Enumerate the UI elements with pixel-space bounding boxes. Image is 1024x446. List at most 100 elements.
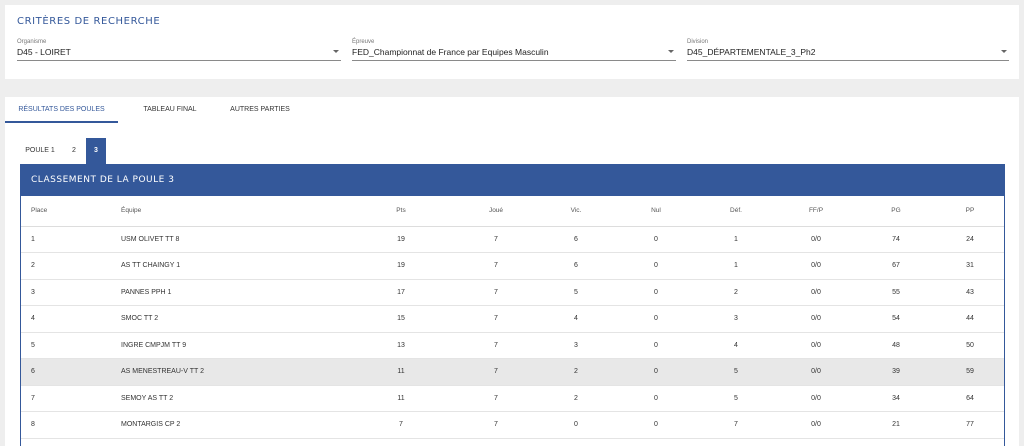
table-row[interactable]: 2 AS TT CHAINGY 1 19 7 6 0 1 0/0 67 31 [21, 252, 1004, 280]
cell-place: 5 [21, 332, 121, 359]
column-header[interactable]: Vic. [536, 196, 616, 227]
ranking-table: Place Équipe Pts Joué Vic. Nul Déf. FF/P… [21, 196, 1004, 439]
epreuve-label: Épreuve [352, 39, 375, 45]
cell-joue: 7 [456, 252, 536, 280]
cell-def: 3 [696, 305, 776, 333]
cell-vic: 3 [536, 332, 616, 359]
epreuve-value: FED_Championnat de France par Equipes Ma… [352, 47, 549, 57]
cell-joue: 7 [456, 358, 536, 386]
cell-pp: 43 [936, 279, 1004, 306]
cell-vic: 0 [536, 411, 616, 439]
cell-pg: 55 [856, 279, 936, 306]
cell-pg: 54 [856, 305, 936, 333]
tab-poule-2[interactable]: 2 [64, 138, 84, 164]
cell-ffp: 0/0 [776, 385, 856, 412]
organisme-select[interactable]: Organisme D45 - LOIRET [17, 39, 341, 61]
caret-down-icon [333, 50, 339, 53]
table-row[interactable]: 8 MONTARGIS CP 2 7 7 0 0 7 0/0 21 77 [21, 411, 1004, 439]
division-value: D45_DÉPARTEMENTALE_3_Ph2 [687, 47, 816, 57]
column-header[interactable]: Pts [346, 196, 456, 227]
cell-joue: 7 [456, 385, 536, 412]
cell-ffp: 0/0 [776, 358, 856, 386]
table-row[interactable]: 1 USM OLIVET TT 8 19 7 6 0 1 0/0 74 24 [21, 226, 1004, 253]
cell-pts: 15 [346, 305, 456, 333]
cell-vic: 5 [536, 279, 616, 306]
organisme-value: D45 - LOIRET [17, 47, 71, 57]
cell-vic: 6 [536, 226, 616, 253]
tab-poule-1[interactable]: POULE 1 [20, 138, 60, 164]
cell-pg: 34 [856, 385, 936, 412]
column-header[interactable]: Place [21, 196, 121, 227]
table-row[interactable]: 6 AS MENESTREAU-V TT 2 11 7 2 0 5 0/0 39 59 [21, 358, 1004, 386]
table-title: CLASSEMENT DE LA POULE 3 [21, 164, 1004, 196]
cell-joue: 7 [456, 279, 536, 306]
cell-nul: 0 [616, 332, 696, 359]
cell-place: 4 [21, 305, 121, 333]
search-criteria-title: CRITÈRES DE RECHERCHE [17, 16, 161, 27]
table-row[interactable]: 5 INGRE CMPJM TT 9 13 7 3 0 4 0/0 48 50 [21, 332, 1004, 359]
cell-pts: 17 [346, 279, 456, 306]
cell-ffp: 0/0 [776, 252, 856, 280]
cell-place: 3 [21, 279, 121, 306]
cell-place: 1 [21, 226, 121, 253]
column-header[interactable]: Nul [616, 196, 696, 227]
tab-tableau-final[interactable]: TABLEAU FINAL [125, 97, 215, 123]
cell-pp: 77 [936, 411, 1004, 439]
main-tabs: RÉSULTATS DES POULES TABLEAU FINAL AUTRE… [5, 97, 605, 123]
cell-equipe: MONTARGIS CP 2 [121, 411, 346, 439]
cell-pp: 59 [936, 358, 1004, 386]
tab-resultats-des-poules[interactable]: RÉSULTATS DES POULES [5, 97, 118, 123]
cell-def: 5 [696, 385, 776, 412]
column-header[interactable]: Déf. [696, 196, 776, 227]
cell-vic: 2 [536, 385, 616, 412]
cell-equipe: SMOC TT 2 [121, 305, 346, 333]
cell-ffp: 0/0 [776, 279, 856, 306]
cell-nul: 0 [616, 305, 696, 333]
cell-place: 2 [21, 252, 121, 280]
division-label: Division [687, 39, 709, 45]
cell-ffp: 0/0 [776, 305, 856, 333]
tab-autres-parties[interactable]: AUTRES PARTIES [215, 97, 305, 123]
cell-pg: 48 [856, 332, 936, 359]
cell-def: 7 [696, 411, 776, 439]
cell-nul: 0 [616, 358, 696, 386]
cell-pg: 39 [856, 358, 936, 386]
table-row[interactable]: 7 SEMOY AS TT 2 11 7 2 0 5 0/0 34 64 [21, 385, 1004, 412]
cell-joue: 7 [456, 332, 536, 359]
tab-poule-3[interactable]: 3 [86, 138, 106, 164]
epreuve-select[interactable]: Épreuve FED_Championnat de France par Eq… [352, 39, 676, 61]
cell-pts: 11 [346, 385, 456, 412]
cell-def: 4 [696, 332, 776, 359]
search-criteria-card: CRITÈRES DE RECHERCHE Organisme D45 - LO… [5, 5, 1019, 79]
cell-def: 1 [696, 226, 776, 253]
cell-pts: 7 [346, 411, 456, 439]
caret-down-icon [1001, 50, 1007, 53]
cell-equipe: INGRE CMPJM TT 9 [121, 332, 346, 359]
cell-place: 8 [21, 411, 121, 439]
cell-pp: 64 [936, 385, 1004, 412]
column-header[interactable]: Joué [456, 196, 536, 227]
column-header[interactable]: PP [936, 196, 1004, 227]
caret-down-icon [668, 50, 674, 53]
organisme-label: Organisme [17, 39, 47, 45]
column-header[interactable]: FF/P [776, 196, 856, 227]
cell-nul: 0 [616, 385, 696, 412]
cell-joue: 7 [456, 226, 536, 253]
classement-table: CLASSEMENT DE LA POULE 3 Place Équipe Pt… [20, 164, 1005, 446]
table-row[interactable]: 4 SMOC TT 2 15 7 4 0 3 0/0 54 44 [21, 305, 1004, 333]
cell-joue: 7 [456, 305, 536, 333]
cell-nul: 0 [616, 279, 696, 306]
cell-vic: 2 [536, 358, 616, 386]
column-header[interactable]: PG [856, 196, 936, 227]
column-header[interactable]: Équipe [121, 196, 346, 227]
cell-ffp: 0/0 [776, 226, 856, 253]
table-row[interactable]: 3 PANNES PPH 1 17 7 5 0 2 0/0 55 43 [21, 279, 1004, 306]
cell-pts: 11 [346, 358, 456, 386]
division-select[interactable]: Division D45_DÉPARTEMENTALE_3_Ph2 [687, 39, 1009, 61]
cell-equipe: AS MENESTREAU-V TT 2 [121, 358, 346, 386]
cell-place: 7 [21, 385, 121, 412]
cell-def: 1 [696, 252, 776, 280]
cell-pg: 74 [856, 226, 936, 253]
cell-nul: 0 [616, 411, 696, 439]
cell-pp: 44 [936, 305, 1004, 333]
